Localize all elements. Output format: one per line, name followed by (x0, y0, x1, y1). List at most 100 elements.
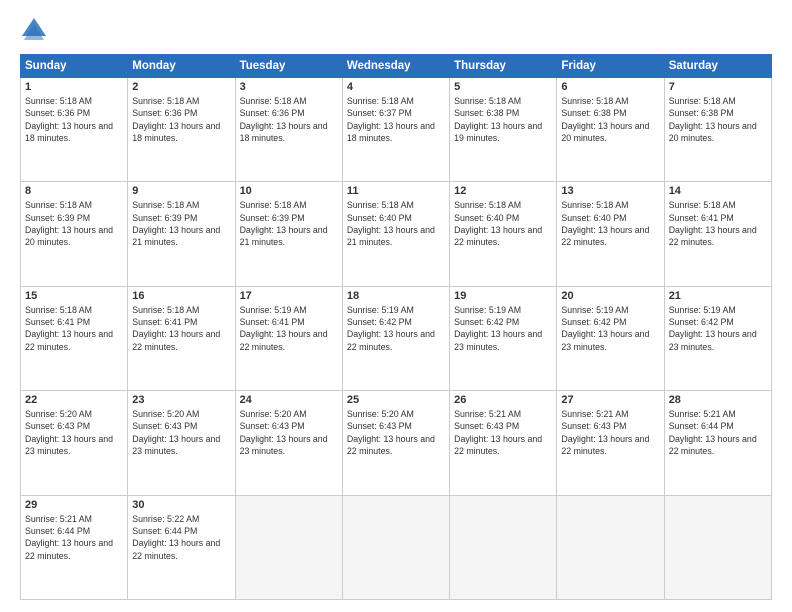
cell-daylight: Daylight: 13 hours and 23 minutes. (240, 434, 328, 456)
cell-sunset: Sunset: 6:39 PM (132, 213, 197, 223)
calendar-cell: 28 Sunrise: 5:21 AM Sunset: 6:44 PM Dayl… (664, 391, 771, 495)
calendar-day-header: Thursday (450, 55, 557, 78)
calendar-week-row: 15 Sunrise: 5:18 AM Sunset: 6:41 PM Dayl… (21, 286, 772, 390)
calendar-day-header: Wednesday (342, 55, 449, 78)
day-number: 9 (132, 185, 230, 197)
cell-sunset: Sunset: 6:44 PM (132, 526, 197, 536)
day-number: 30 (132, 499, 230, 511)
cell-sunset: Sunset: 6:42 PM (454, 317, 519, 327)
header (20, 16, 772, 44)
calendar-cell: 20 Sunrise: 5:19 AM Sunset: 6:42 PM Dayl… (557, 286, 664, 390)
calendar-week-row: 1 Sunrise: 5:18 AM Sunset: 6:36 PM Dayli… (21, 78, 772, 182)
cell-sunrise: Sunrise: 5:21 AM (25, 514, 92, 524)
calendar-cell: 13 Sunrise: 5:18 AM Sunset: 6:40 PM Dayl… (557, 182, 664, 286)
cell-daylight: Daylight: 13 hours and 19 minutes. (454, 121, 542, 143)
cell-sunrise: Sunrise: 5:21 AM (669, 409, 736, 419)
calendar-cell: 24 Sunrise: 5:20 AM Sunset: 6:43 PM Dayl… (235, 391, 342, 495)
day-number: 27 (561, 394, 659, 406)
day-number: 29 (25, 499, 123, 511)
calendar-cell: 23 Sunrise: 5:20 AM Sunset: 6:43 PM Dayl… (128, 391, 235, 495)
calendar-cell: 17 Sunrise: 5:19 AM Sunset: 6:41 PM Dayl… (235, 286, 342, 390)
cell-sunset: Sunset: 6:39 PM (25, 213, 90, 223)
day-number: 19 (454, 290, 552, 302)
cell-daylight: Daylight: 13 hours and 22 minutes. (25, 538, 113, 560)
calendar-cell: 4 Sunrise: 5:18 AM Sunset: 6:37 PM Dayli… (342, 78, 449, 182)
day-number: 20 (561, 290, 659, 302)
cell-sunset: Sunset: 6:43 PM (454, 421, 519, 431)
cell-sunrise: Sunrise: 5:22 AM (132, 514, 199, 524)
calendar-cell: 1 Sunrise: 5:18 AM Sunset: 6:36 PM Dayli… (21, 78, 128, 182)
cell-daylight: Daylight: 13 hours and 18 minutes. (132, 121, 220, 143)
day-number: 7 (669, 81, 767, 93)
cell-sunset: Sunset: 6:36 PM (25, 108, 90, 118)
cell-sunset: Sunset: 6:38 PM (669, 108, 734, 118)
day-number: 12 (454, 185, 552, 197)
cell-sunset: Sunset: 6:44 PM (25, 526, 90, 536)
cell-sunrise: Sunrise: 5:18 AM (240, 200, 307, 210)
calendar-cell: 3 Sunrise: 5:18 AM Sunset: 6:36 PM Dayli… (235, 78, 342, 182)
calendar-cell: 2 Sunrise: 5:18 AM Sunset: 6:36 PM Dayli… (128, 78, 235, 182)
cell-sunset: Sunset: 6:43 PM (240, 421, 305, 431)
calendar-week-row: 29 Sunrise: 5:21 AM Sunset: 6:44 PM Dayl… (21, 495, 772, 599)
cell-sunrise: Sunrise: 5:18 AM (454, 96, 521, 106)
day-number: 6 (561, 81, 659, 93)
cell-daylight: Daylight: 13 hours and 23 minutes. (132, 434, 220, 456)
cell-sunset: Sunset: 6:41 PM (25, 317, 90, 327)
calendar-day-header: Monday (128, 55, 235, 78)
day-number: 17 (240, 290, 338, 302)
cell-sunset: Sunset: 6:44 PM (669, 421, 734, 431)
cell-sunset: Sunset: 6:39 PM (240, 213, 305, 223)
calendar-table: SundayMondayTuesdayWednesdayThursdayFrid… (20, 54, 772, 600)
cell-daylight: Daylight: 13 hours and 23 minutes. (561, 329, 649, 351)
cell-sunrise: Sunrise: 5:20 AM (240, 409, 307, 419)
cell-daylight: Daylight: 13 hours and 21 minutes. (347, 225, 435, 247)
cell-sunrise: Sunrise: 5:19 AM (347, 305, 414, 315)
cell-sunrise: Sunrise: 5:18 AM (669, 200, 736, 210)
cell-daylight: Daylight: 13 hours and 22 minutes. (347, 434, 435, 456)
calendar-day-header: Friday (557, 55, 664, 78)
cell-sunrise: Sunrise: 5:18 AM (347, 96, 414, 106)
cell-sunset: Sunset: 6:42 PM (669, 317, 734, 327)
calendar-cell (235, 495, 342, 599)
cell-sunrise: Sunrise: 5:18 AM (669, 96, 736, 106)
calendar-cell: 18 Sunrise: 5:19 AM Sunset: 6:42 PM Dayl… (342, 286, 449, 390)
cell-daylight: Daylight: 13 hours and 21 minutes. (240, 225, 328, 247)
cell-sunset: Sunset: 6:40 PM (561, 213, 626, 223)
cell-sunset: Sunset: 6:42 PM (561, 317, 626, 327)
cell-sunrise: Sunrise: 5:18 AM (132, 96, 199, 106)
day-number: 21 (669, 290, 767, 302)
calendar-cell (664, 495, 771, 599)
cell-sunset: Sunset: 6:41 PM (240, 317, 305, 327)
calendar-cell (557, 495, 664, 599)
calendar-header-row: SundayMondayTuesdayWednesdayThursdayFrid… (21, 55, 772, 78)
calendar-cell: 25 Sunrise: 5:20 AM Sunset: 6:43 PM Dayl… (342, 391, 449, 495)
calendar-cell (450, 495, 557, 599)
cell-sunrise: Sunrise: 5:18 AM (561, 96, 628, 106)
cell-sunrise: Sunrise: 5:21 AM (561, 409, 628, 419)
cell-sunrise: Sunrise: 5:18 AM (25, 200, 92, 210)
cell-sunrise: Sunrise: 5:18 AM (132, 200, 199, 210)
cell-sunset: Sunset: 6:38 PM (561, 108, 626, 118)
cell-sunrise: Sunrise: 5:18 AM (25, 96, 92, 106)
day-number: 13 (561, 185, 659, 197)
cell-daylight: Daylight: 13 hours and 22 minutes. (669, 225, 757, 247)
cell-sunset: Sunset: 6:36 PM (240, 108, 305, 118)
calendar-cell: 7 Sunrise: 5:18 AM Sunset: 6:38 PM Dayli… (664, 78, 771, 182)
calendar-cell: 27 Sunrise: 5:21 AM Sunset: 6:43 PM Dayl… (557, 391, 664, 495)
calendar-cell: 15 Sunrise: 5:18 AM Sunset: 6:41 PM Dayl… (21, 286, 128, 390)
cell-daylight: Daylight: 13 hours and 22 minutes. (454, 434, 542, 456)
cell-sunset: Sunset: 6:41 PM (132, 317, 197, 327)
calendar-cell: 10 Sunrise: 5:18 AM Sunset: 6:39 PM Dayl… (235, 182, 342, 286)
cell-sunset: Sunset: 6:40 PM (347, 213, 412, 223)
cell-sunrise: Sunrise: 5:18 AM (347, 200, 414, 210)
cell-daylight: Daylight: 13 hours and 20 minutes. (25, 225, 113, 247)
cell-sunrise: Sunrise: 5:21 AM (454, 409, 521, 419)
calendar-week-row: 8 Sunrise: 5:18 AM Sunset: 6:39 PM Dayli… (21, 182, 772, 286)
cell-sunrise: Sunrise: 5:19 AM (454, 305, 521, 315)
cell-sunset: Sunset: 6:42 PM (347, 317, 412, 327)
calendar-cell: 26 Sunrise: 5:21 AM Sunset: 6:43 PM Dayl… (450, 391, 557, 495)
day-number: 14 (669, 185, 767, 197)
day-number: 2 (132, 81, 230, 93)
day-number: 15 (25, 290, 123, 302)
cell-sunrise: Sunrise: 5:18 AM (25, 305, 92, 315)
